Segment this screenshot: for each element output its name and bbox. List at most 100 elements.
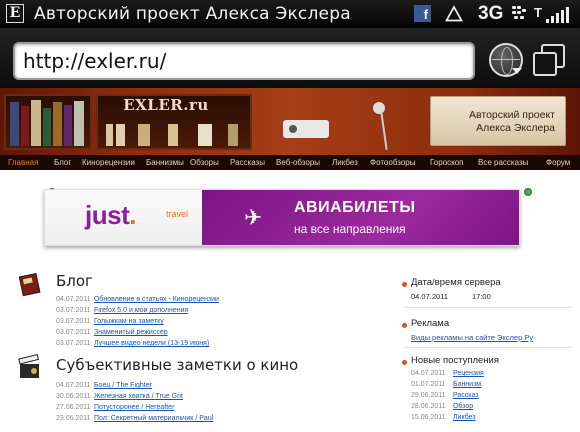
clapperboard-icon bbox=[18, 354, 40, 378]
ad-message-panel: ✈ АВИАБИЛЕТЫ на все направления bbox=[202, 190, 519, 245]
new-item-date: 04.07.2011 bbox=[411, 370, 446, 377]
post-date: 30.06.2011 bbox=[56, 393, 91, 400]
post-link[interactable]: Голыжкам на заметку bbox=[94, 318, 164, 325]
signal-strength-icon: T bbox=[534, 5, 574, 23]
nav-item-web-reviews[interactable]: Веб-обзоры bbox=[276, 155, 320, 170]
nav-item-home[interactable]: Главная bbox=[8, 155, 38, 170]
movie-post: 30.06.2011 Железная хватка / True Grit bbox=[56, 393, 183, 403]
ad-logo-dot: . bbox=[129, 200, 136, 230]
nav-item-stories[interactable]: Рассказы bbox=[230, 155, 265, 170]
pin-icon bbox=[524, 188, 532, 196]
new-items-title: Новые поступления bbox=[411, 355, 499, 366]
server-date: 04.07.2011 bbox=[411, 292, 448, 301]
chevron-down-icon[interactable] bbox=[512, 68, 522, 74]
blackberry-icon bbox=[512, 6, 526, 20]
nav-item-all-stories[interactable]: Все рассказы bbox=[478, 155, 528, 170]
blog-post: 04.07.2011 Обновление в статьях - Киноре… bbox=[56, 296, 219, 306]
ad-subtitle: на все направления bbox=[294, 222, 406, 236]
blog-book-icon bbox=[18, 272, 41, 297]
status-bar: E Авторский проект Алекса Экслера f 3G T bbox=[0, 0, 580, 28]
movies-title[interactable]: Субъективные заметки о кино bbox=[56, 356, 298, 374]
web-page: EXLER.ru Авторский проект Алекса Экслера… bbox=[0, 88, 580, 432]
sidebar-divider bbox=[404, 307, 572, 308]
nav-item-likbez[interactable]: Ликбез bbox=[332, 155, 358, 170]
post-date: 23.06.2011 bbox=[56, 415, 91, 422]
movie-post: 04.07.2011 Боец / The Fighter bbox=[56, 382, 152, 392]
post-link[interactable]: Потусторонее / Hereafter bbox=[94, 404, 174, 411]
header-caption-line2: Алекса Экслера bbox=[476, 122, 555, 134]
post-link[interactable]: Пол: Секретный материальчик / Paul bbox=[94, 415, 213, 422]
ad-logo-sub: travel bbox=[166, 209, 189, 219]
new-item-link[interactable]: Рассказ bbox=[453, 392, 479, 399]
nav-item-photo-reviews[interactable]: Фотообзоры bbox=[370, 155, 415, 170]
browser-app-icon: E bbox=[6, 4, 24, 23]
post-link[interactable]: Firefox 5.0 и мои дополнения bbox=[94, 307, 188, 314]
post-date: 03.07.2011 bbox=[56, 340, 91, 347]
nav-item-blog[interactable]: Блог bbox=[54, 155, 71, 170]
microphone-stand bbox=[380, 112, 388, 150]
server-time: 17:00 bbox=[472, 292, 491, 301]
new-item-row: 15.06.2011 Ликбез bbox=[411, 414, 476, 421]
ad-title: АВИАБИЛЕТЫ bbox=[294, 199, 416, 216]
blog-post: 03.07.2011 Лучшее видео недели (13-19 ию… bbox=[56, 340, 209, 350]
facebook-icon[interactable]: f bbox=[414, 5, 431, 22]
post-date: 03.07.2011 bbox=[56, 318, 91, 325]
tabs-icon[interactable] bbox=[533, 44, 567, 78]
post-date: 03.07.2011 bbox=[56, 307, 91, 314]
new-item-date: 28.06.2011 bbox=[411, 403, 446, 410]
status-title: Авторский проект Алекса Экслера bbox=[34, 4, 351, 24]
ad-logo-panel: just. travel bbox=[45, 190, 203, 245]
blog-post: 03.07.2011 Голыжкам на заметку bbox=[56, 318, 164, 328]
header-caption: Авторский проект Алекса Экслера bbox=[430, 96, 566, 146]
new-item-row: 04.07.2011 Рецензия bbox=[411, 370, 484, 377]
site-header-image[interactable]: EXLER.ru Авторский проект Алекса Экслера bbox=[0, 88, 580, 155]
ads-link[interactable]: Виды рекламы на сайте Экслер.Ру bbox=[411, 333, 533, 342]
new-item-row: 29.06.2011 Рассказ bbox=[411, 392, 479, 399]
alert-triangle-icon bbox=[445, 5, 463, 22]
nav-item-horoscope[interactable]: Гороскоп bbox=[430, 155, 464, 170]
post-link[interactable]: Боец / The Fighter bbox=[94, 382, 152, 389]
nav-item-reviews[interactable]: Кинорецензии bbox=[82, 155, 135, 170]
site-logo[interactable]: EXLER.ru bbox=[108, 96, 224, 116]
new-item-link[interactable]: Баннизм bbox=[453, 381, 481, 388]
network-type-label: 3G bbox=[478, 3, 504, 24]
post-link[interactable]: Железная хватка / True Grit bbox=[94, 393, 183, 400]
nav-item-bannisms[interactable]: Баннизмы bbox=[146, 155, 184, 170]
airplane-icon: ✈ bbox=[244, 206, 263, 231]
new-item-date: 29.06.2011 bbox=[411, 392, 446, 399]
blog-title[interactable]: Блог bbox=[56, 272, 93, 290]
post-link[interactable]: Знаменитый режиссер bbox=[94, 329, 168, 336]
new-item-date: 01.07.2011 bbox=[411, 381, 446, 388]
microphone-image bbox=[373, 102, 385, 114]
new-item-link[interactable]: Обзор bbox=[453, 403, 473, 410]
projector-image bbox=[283, 120, 329, 138]
bullet-icon bbox=[402, 282, 407, 287]
new-item-row: 01.07.2011 Баннизм bbox=[411, 381, 481, 388]
url-text[interactable]: http://exler.ru/ bbox=[23, 49, 166, 73]
blog-post: 03.07.2011 Firefox 5.0 и мои дополнения bbox=[56, 307, 188, 317]
bullet-icon bbox=[402, 323, 407, 328]
bookshelf-left bbox=[4, 94, 92, 150]
post-link[interactable]: Лучшее видео недели (13-19 июня) bbox=[94, 340, 209, 347]
blog-post: 03.07.2011 Знаменитый режиссер bbox=[56, 329, 168, 339]
url-field[interactable]: http://exler.ru/ bbox=[13, 42, 475, 80]
new-item-date: 15.06.2011 bbox=[411, 414, 446, 421]
movie-post: 23.06.2011 Пол: Секретный материальчик /… bbox=[56, 415, 213, 425]
nav-item-forum[interactable]: Форум bbox=[546, 155, 570, 170]
ad-logo: just. bbox=[85, 200, 136, 231]
movie-post: 27.06.2011 Потусторонее / Hereafter bbox=[56, 404, 174, 414]
bullet-icon bbox=[402, 360, 407, 365]
post-link[interactable]: Обновление в статьях - Кинорецензии bbox=[94, 296, 219, 303]
site-nav: Главная Блог Кинорецензии Баннизмы Обзор… bbox=[0, 155, 580, 170]
nav-item-overviews[interactable]: Обзоры bbox=[190, 155, 219, 170]
post-date: 03.07.2011 bbox=[56, 329, 91, 336]
ads-title: Реклама bbox=[411, 318, 450, 329]
ad-logo-main: just bbox=[85, 200, 130, 230]
sidebar-divider bbox=[404, 347, 572, 348]
new-item-link[interactable]: Рецензия bbox=[453, 370, 484, 377]
new-item-row: 28.06.2011 Обзор bbox=[411, 403, 473, 410]
ad-banner[interactable]: just. travel ✈ АВИАБИЛЕТЫ на все направл… bbox=[44, 189, 520, 246]
new-item-link[interactable]: Ликбез bbox=[453, 414, 476, 421]
server-time-title: Дата/время сервера bbox=[411, 277, 501, 288]
browser-toolbar: http://exler.ru/ bbox=[0, 28, 580, 88]
